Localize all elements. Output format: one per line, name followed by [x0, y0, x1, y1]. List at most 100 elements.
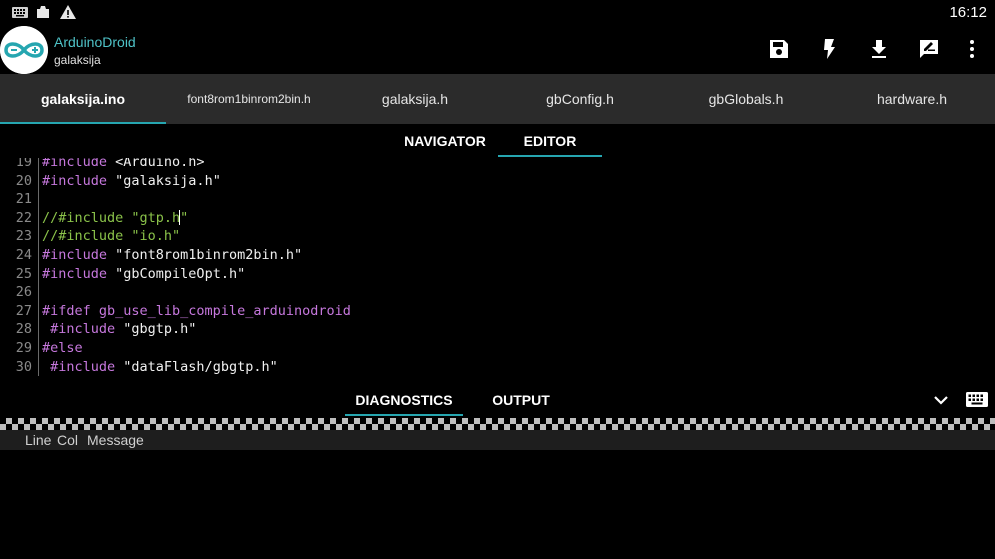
warning-icon [60, 5, 76, 19]
code-text: #include "gbgtp.h" [42, 320, 196, 339]
code-token: #include [42, 247, 108, 263]
code-text: #include "dataFlash/gbgtp.h" [42, 358, 278, 376]
line-number: 22 [15, 209, 32, 226]
gutter-divider [38, 171, 39, 191]
code-text: #include <Arduino.h> [42, 158, 205, 172]
tab-navigator[interactable]: NAVIGATOR [393, 124, 497, 158]
gutter-divider [38, 208, 39, 228]
line-number: 25 [15, 265, 32, 282]
tab-label: DIAGNOSTICS [355, 392, 453, 408]
gutter-divider [38, 320, 39, 339]
code-token: #include [42, 172, 108, 189]
code-line[interactable]: 22 //#include "gtp.h" [0, 208, 995, 228]
line-number: 29 [15, 340, 32, 356]
code-text: #include "gbCompileOpt.h" [42, 265, 245, 284]
gutter-divider [38, 301, 39, 321]
gutter-divider [38, 357, 39, 376]
gutter-divider [38, 158, 39, 172]
column-message: Message [87, 432, 144, 448]
line-number: 19 [15, 158, 32, 170]
app-title: ArduinoDroid [54, 34, 136, 50]
tab-output[interactable]: OUTPUT [478, 382, 564, 418]
code-text: #include "galaksija.h" [42, 172, 221, 191]
column-line: Line [25, 432, 52, 448]
code-token: #include [42, 265, 108, 282]
chevron-down-icon[interactable] [932, 394, 950, 408]
file-tab-label: galaksija.h [381, 91, 449, 107]
file-tab-gbconfig-h[interactable]: gbConfig.h [497, 74, 663, 124]
code-line[interactable]: 20 #include "galaksija.h" [0, 171, 995, 191]
line-number: 26 [15, 284, 32, 301]
code-token: <Arduino.h> [107, 158, 205, 170]
code-token: #include [42, 321, 116, 338]
line-number: 28 [15, 321, 32, 338]
file-tab-bar: galaksija.ino font8rom1binrom2bin.h gala… [0, 74, 995, 124]
file-tab-label: hardware.h [876, 91, 948, 107]
flash-icon[interactable] [817, 37, 841, 61]
keyboard-icon[interactable] [966, 392, 988, 407]
gutter-divider [38, 283, 39, 302]
code-editor[interactable]: 19 #include <Arduino.h> 20 #include "galaks… [0, 158, 995, 376]
code-line[interactable]: 19 #include <Arduino.h> [0, 158, 995, 172]
gutter-divider [38, 227, 39, 246]
file-tab-label: galaksija.ino [40, 91, 126, 107]
code-text: //#include "io.h" [42, 227, 180, 246]
code-token: #include [42, 358, 116, 375]
tab-label: EDITOR [523, 133, 577, 149]
keyboard-icon [12, 7, 28, 18]
line-number: 20 [15, 172, 32, 189]
file-tab-galaksija-h[interactable]: galaksija.h [332, 74, 498, 124]
file-tab-label: gbGlobals.h [708, 91, 784, 107]
panel-resize-handle[interactable] [0, 418, 995, 430]
line-number: 24 [15, 247, 32, 263]
gutter-divider [38, 264, 39, 284]
code-line[interactable]: 28 #include "gbgtp.h" [0, 320, 995, 339]
code-line[interactable]: 27 #ifdef gb_use_lib_compile_arduinodroid [0, 301, 995, 321]
code-line[interactable]: 23 //#include "io.h" [0, 227, 995, 246]
code-line[interactable]: 24 #include "font8rom1binrom2bin.h" [0, 246, 995, 265]
tab-label: NAVIGATOR [404, 133, 486, 149]
code-text: #ifdef gb_use_lib_compile_arduinodroid [42, 302, 351, 321]
line-number: 30 [15, 358, 32, 375]
photo-icon [37, 6, 49, 18]
code-token: #else [42, 340, 83, 356]
code-token: "font8rom1binrom2bin.h" [107, 247, 303, 263]
clock: 16:12 [949, 4, 987, 21]
code-line[interactable]: 21 [0, 190, 995, 209]
code-text: #else [42, 339, 83, 358]
app-bar: ArduinoDroid galaksija [0, 24, 995, 74]
column-col: Col [57, 432, 79, 448]
code-token: //#include "io.h" [42, 228, 181, 245]
line-number: 21 [15, 191, 32, 208]
gutter-divider [38, 246, 39, 265]
file-tab-label: font8rom1binrom2bin.h [187, 92, 311, 106]
tab-label: OUTPUT [492, 392, 550, 408]
code-line[interactable]: 29 #else [0, 339, 995, 358]
file-tab-hardware-h[interactable]: hardware.h [829, 74, 995, 124]
more-vert-icon[interactable] [960, 37, 984, 61]
diagnostics-list [0, 450, 995, 559]
code-token: #ifdef gb_use_lib_compile_arduinodroid [42, 302, 351, 319]
code-text: #include "font8rom1binrom2bin.h" [42, 246, 302, 265]
bottom-panel-tab-bar: DIAGNOSTICS OUTPUT [0, 382, 995, 418]
code-line[interactable]: 25 #include "gbCompileOpt.h" [0, 264, 995, 284]
code-line[interactable]: 30 #include "dataFlash/gbgtp.h" [0, 357, 995, 376]
code-line[interactable]: 26 [0, 283, 995, 302]
file-tab-gbglobals-h[interactable]: gbGlobals.h [663, 74, 829, 124]
file-tab-font8rom1binrom2bin-h[interactable]: font8rom1binrom2bin.h [166, 74, 332, 124]
view-tab-bar: NAVIGATOR EDITOR [0, 124, 995, 158]
tab-editor[interactable]: EDITOR [498, 124, 602, 158]
comment-edit-icon[interactable] [917, 37, 941, 61]
download-icon[interactable] [867, 37, 891, 61]
code-text: //#include "gtp.h" [42, 209, 188, 228]
tab-diagnostics[interactable]: DIAGNOSTICS [345, 382, 463, 418]
sketch-name: galaksija [54, 53, 101, 67]
code-token: "galaksija.h" [107, 172, 221, 189]
file-tab-galaksija-ino[interactable]: galaksija.ino [0, 74, 166, 124]
save-icon[interactable] [767, 37, 791, 61]
code-token: "gbCompileOpt.h" [107, 265, 246, 282]
arduino-logo-icon[interactable] [0, 26, 48, 74]
code-token: "dataFlash/gbgtp.h" [115, 358, 278, 375]
code-token: //#include "gtp.h [42, 209, 181, 226]
code-token: #include [42, 158, 108, 170]
